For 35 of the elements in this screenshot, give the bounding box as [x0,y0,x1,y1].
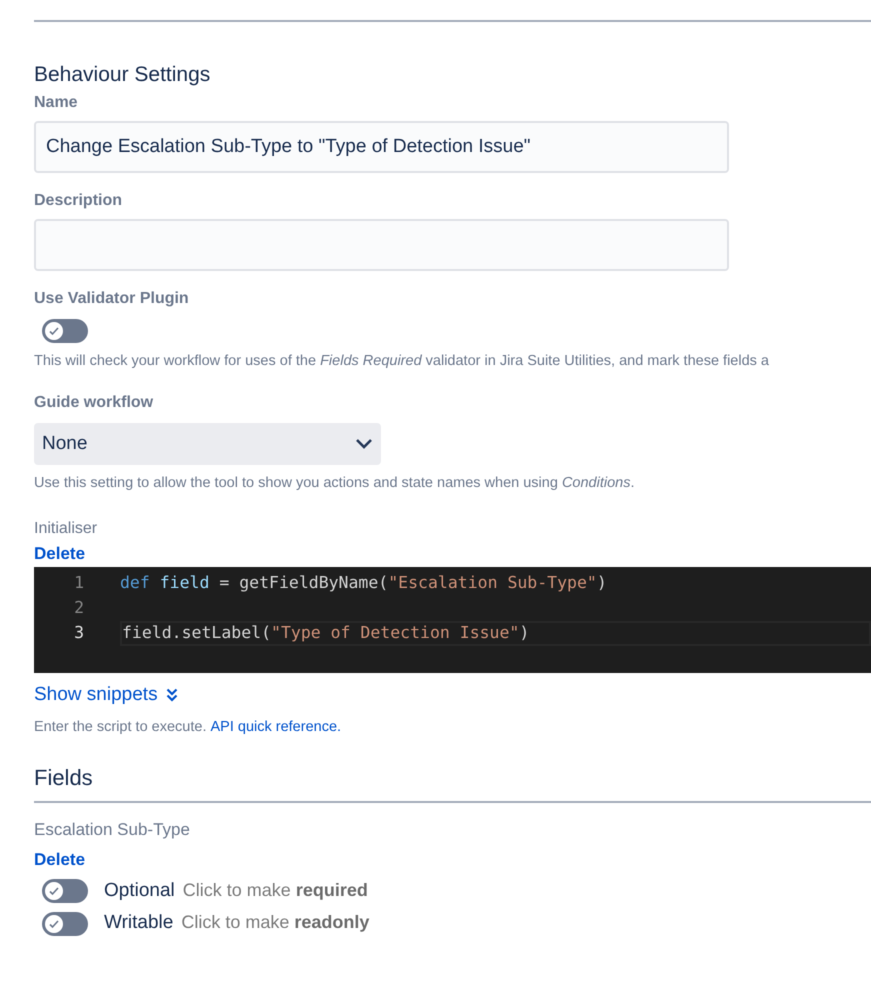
field-label: Description [34,191,124,212]
section-heading: Behaviour Settings [34,62,212,88]
toggle-switch[interactable] [42,879,88,904]
show-snippets-link[interactable]: Show snippets [34,680,178,710]
api-reference-link[interactable]: API quick reference. [210,717,342,739]
name-input[interactable]: Change Escalation Sub-Type to "Type of Detection Issue" [34,121,729,174]
toggle-action-text: Click to make required [182,878,368,902]
check-icon [48,918,60,930]
help-text: Enter the script to execute. [34,718,206,738]
field-label: Guide workflow [34,392,154,413]
field-label: Use Validator Plugin [34,289,190,310]
line-number: 3 [73,622,84,644]
code-line: def field = getFieldByName("Escalation Sub-Type") [120,572,608,594]
description-input[interactable] [34,219,729,272]
check-icon [48,885,60,898]
help-text: This will check your workflow for uses of the Fields Required validator in Jira Suite Utilities, and mark these fields a [34,352,770,372]
help-text: Use this setting to allow the tool to show you actions and state names when using Conditions. [34,474,636,493]
section-heading: Fields [34,764,94,792]
toggle-switch[interactable] [42,319,88,344]
delete-link[interactable]: Delete [34,846,86,872]
field-name: Escalation Sub-Type [34,819,191,842]
toggle-state: Optional [104,878,175,903]
workflow-select[interactable]: None [34,422,381,465]
field-label: Name [34,93,79,114]
field-label: Initialiser [34,518,98,539]
double-chevron-down-icon [166,688,178,702]
chevron-down-icon [355,438,373,450]
check-icon [48,325,60,338]
delete-link[interactable]: Delete [34,540,86,566]
toggle-switch[interactable] [42,912,88,936]
toggle-action-text: Click to make readonly [181,911,370,934]
line-number: 1 [73,572,84,594]
code-editor[interactable]: 1 def field = getFieldByName("Escalation Sub-Type") 2 3 field.setLabel("Type of Detection Issue") [34,566,871,673]
line-number: 2 [73,596,84,619]
toggle-state: Writable [104,911,174,936]
